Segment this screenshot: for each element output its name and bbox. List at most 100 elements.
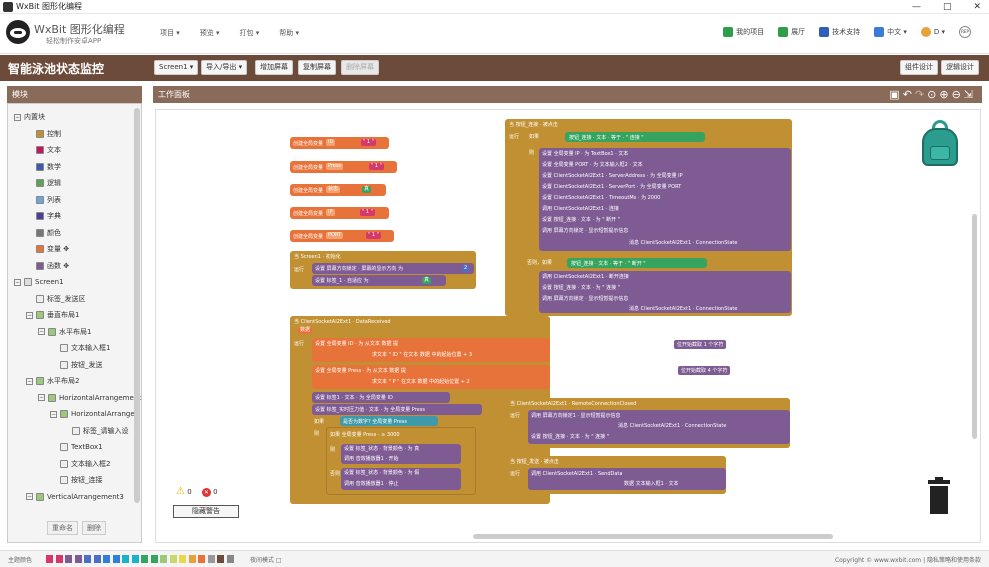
- save-icon[interactable]: ▣: [889, 88, 902, 101]
- global-var-port-block[interactable]: 创建全局变量 PORT " 1 ": [290, 230, 394, 242]
- tree-item-label: 垂直布局1: [47, 311, 80, 319]
- theme-swatch[interactable]: [198, 555, 205, 563]
- canvas-horizontal-scrollbar[interactable]: [473, 534, 833, 539]
- hide-warnings-button[interactable]: 隐藏警告: [173, 505, 239, 518]
- tree-toggle-icon[interactable]: −: [38, 394, 45, 401]
- tree-item[interactable]: 变量 ✥: [26, 242, 69, 256]
- tree-item[interactable]: 颜色: [26, 226, 61, 240]
- night-mode-toggle[interactable]: 夜间模式 □: [250, 555, 282, 564]
- theme-swatch[interactable]: [122, 555, 129, 563]
- menu-project[interactable]: 项目 ▾: [160, 28, 180, 38]
- theme-swatch[interactable]: [74, 555, 82, 563]
- theme-swatch[interactable]: [93, 555, 101, 563]
- tree-item[interactable]: 标签_请输入设: [62, 424, 129, 438]
- menu-preview[interactable]: 预览 ▾: [200, 28, 220, 38]
- theme-swatch[interactable]: [131, 555, 139, 563]
- tree-item[interactable]: 列表: [26, 193, 61, 207]
- import-export-button[interactable]: 导入/导出 ▾: [201, 60, 248, 75]
- tree-item[interactable]: 字典: [26, 209, 61, 223]
- tree-toggle-icon[interactable]: −: [38, 328, 45, 335]
- theme-swatch[interactable]: [207, 555, 215, 563]
- backpack-icon[interactable]: [920, 120, 960, 166]
- tree-toggle-icon[interactable]: −: [26, 493, 33, 500]
- my-projects-link[interactable]: 我的项目: [723, 27, 764, 37]
- tree-item[interactable]: − HorizontalArrange: [50, 407, 135, 421]
- theme-swatch[interactable]: [141, 555, 148, 563]
- theme-swatch[interactable]: [226, 555, 234, 563]
- connect-button-click-event[interactable]: 当 按钮_连接 · 被点击 运行 如果 按钮_连接 · 文本 · 等于 · " …: [505, 119, 792, 316]
- tree-item[interactable]: − HorizontalArrangement: [38, 391, 141, 405]
- export-icon[interactable]: ⇲: [964, 88, 976, 101]
- gallery-link[interactable]: 展厅: [778, 27, 805, 37]
- canvas-vertical-scrollbar[interactable]: [972, 214, 977, 439]
- language-select[interactable]: 中文 ▾: [874, 27, 907, 37]
- tree-item[interactable]: 文本输入框1: [50, 341, 110, 355]
- remote-connection-closed-event[interactable]: 当 ClientSocketAI2Ext1 · RemoteConnection…: [506, 398, 790, 448]
- copy-screen-button[interactable]: 复制屏幕: [298, 60, 336, 75]
- tree-item[interactable]: − 垂直布局1: [26, 308, 79, 322]
- tree-item[interactable]: 文本输入框2: [50, 457, 110, 471]
- theme-swatch[interactable]: [188, 555, 196, 563]
- global-var-press-block[interactable]: 创建全局变量 Press " 1 ": [290, 161, 397, 173]
- global-var-status-block[interactable]: 创建全局变量 状态 真: [290, 184, 386, 196]
- tree-item[interactable]: 函数 ✥: [26, 259, 69, 273]
- menu-help[interactable]: 帮助 ▾: [279, 28, 299, 38]
- screen-select[interactable]: Screen1 ▾: [154, 60, 199, 75]
- undo-icon[interactable]: ↶: [903, 88, 915, 101]
- theme-swatch[interactable]: [65, 555, 72, 563]
- theme-swatch[interactable]: [103, 555, 110, 563]
- logic-button[interactable]: 逻辑设计: [941, 60, 979, 75]
- zoom-out-icon[interactable]: ⊖: [952, 88, 964, 101]
- support-link[interactable]: 技术支持: [819, 27, 860, 37]
- theme-swatch[interactable]: [84, 555, 91, 563]
- global-var-id-block[interactable]: 创建全局变量 ID " 1 ": [290, 137, 389, 149]
- theme-swatch[interactable]: [160, 555, 167, 563]
- tree-toggle-icon[interactable]: −: [14, 278, 21, 286]
- tree-scrollbar[interactable]: [134, 108, 140, 503]
- tree-item[interactable]: − Screen1: [14, 275, 64, 289]
- tree-toggle-icon[interactable]: −: [26, 311, 33, 319]
- tree-item[interactable]: 逻辑: [26, 176, 61, 190]
- theme-swatch[interactable]: [179, 555, 186, 563]
- tree-toggle-icon[interactable]: −: [14, 113, 21, 121]
- rename-button[interactable]: 重命名: [47, 521, 78, 535]
- theme-swatch[interactable]: [150, 555, 158, 563]
- delete-screen-button[interactable]: 删除屏幕: [341, 60, 379, 75]
- tree-item[interactable]: 数学: [26, 160, 61, 174]
- send-button-click-event[interactable]: 当 按钮_发送 · 被点击 运行 调用 ClientSocketAI2Ext1 …: [506, 456, 726, 494]
- theme-swatch[interactable]: [55, 555, 63, 563]
- screen-initialize-event[interactable]: 当 Screen1 · 初始化 运行 设置 屏幕方向锁定 · 屏幕的显示方向 为…: [290, 251, 476, 289]
- tree-item[interactable]: 控制: [26, 127, 61, 141]
- tree-toggle-icon[interactable]: −: [50, 410, 57, 418]
- maximize-button[interactable]: □: [943, 0, 952, 14]
- add-screen-button[interactable]: 增加屏幕: [255, 60, 293, 75]
- blocks-workspace[interactable]: 创建全局变量 ID " 1 " 创建全局变量 Press " 1 " 创建全局变…: [155, 109, 981, 543]
- tree-item[interactable]: TextBox1: [50, 440, 103, 454]
- tree-item[interactable]: − VerticalArrangement3: [26, 490, 124, 504]
- minimize-button[interactable]: —: [912, 0, 921, 14]
- theme-swatch[interactable]: [217, 555, 224, 563]
- tree-item[interactable]: 按钮_连接: [50, 473, 103, 487]
- designer-button[interactable]: 组件设计: [900, 60, 938, 75]
- tree-toggle-icon[interactable]: −: [26, 377, 33, 385]
- tree-item[interactable]: − 水平布局1: [38, 325, 91, 339]
- close-button[interactable]: ✕: [973, 0, 981, 14]
- tree-item[interactable]: − 水平布局2: [26, 374, 79, 388]
- user-menu[interactable]: D ▾: [920, 27, 945, 37]
- theme-swatch[interactable]: [112, 555, 120, 563]
- tree-item[interactable]: 文本: [26, 143, 61, 157]
- theme-swatch[interactable]: [46, 555, 53, 563]
- redo-icon[interactable]: ↷: [915, 88, 927, 101]
- gallery-icon: [778, 27, 789, 37]
- theme-swatch[interactable]: [169, 555, 177, 563]
- tree-item[interactable]: 按钮_发送: [50, 358, 103, 372]
- menu-build[interactable]: 打包 ▾: [240, 28, 260, 38]
- global-var-ip-block[interactable]: 创建全局变量 IP " 1 ": [290, 207, 389, 219]
- trash-icon[interactable]: [926, 477, 952, 516]
- report-button[interactable]: REP: [959, 26, 971, 38]
- center-icon[interactable]: ⊙: [927, 88, 939, 101]
- delete-button[interactable]: 删除: [82, 521, 106, 535]
- tree-item[interactable]: 标签_发送区: [26, 292, 86, 306]
- zoom-in-icon[interactable]: ⊕: [939, 88, 951, 101]
- tree-item[interactable]: − 内置块: [14, 110, 45, 124]
